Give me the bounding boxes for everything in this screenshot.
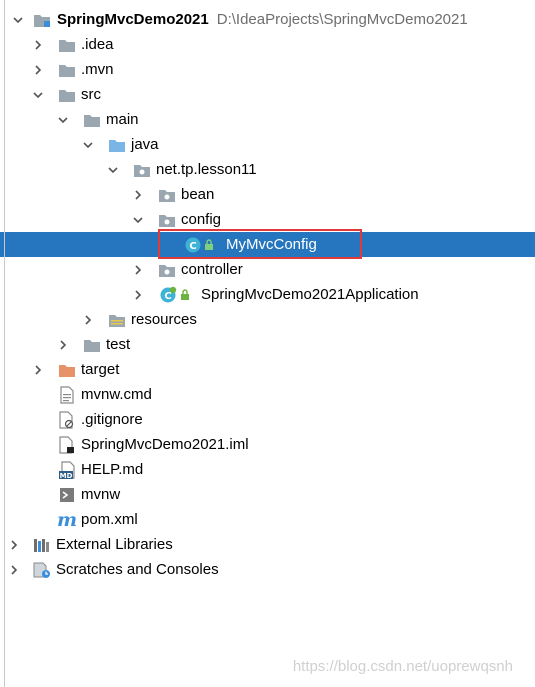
tree-item-label: SpringMvcDemo2021Application [201, 286, 419, 303]
tree-row-target[interactable]: target [0, 357, 535, 382]
chevron-right-icon[interactable] [82, 314, 94, 326]
module-folder-icon [33, 11, 51, 29]
folder-icon [58, 86, 76, 104]
iml-file-icon [58, 435, 76, 454]
tree-row-scratches[interactable]: Scratches and Consoles [0, 557, 535, 582]
lock-icon [202, 236, 216, 254]
tree-row-project[interactable]: SpringMvcDemo2021 D:\IdeaProjects\SpringM… [0, 7, 535, 32]
tree-row-help-md[interactable]: MD HELP.md [0, 457, 535, 482]
tree-row-bean[interactable]: bean [0, 182, 535, 207]
tree-item-label: config [181, 211, 222, 228]
chevron-down-icon[interactable] [12, 14, 24, 26]
tree-item-label: .idea [81, 36, 114, 53]
tree-row-controller[interactable]: controller [0, 257, 535, 282]
tree-row-application[interactable]: C SpringMvcDemo2021Application [0, 282, 535, 307]
tree-item-label: test [106, 336, 131, 353]
tree-item-label: bean [181, 186, 215, 203]
tree-item-label: pom.xml [81, 511, 138, 528]
tree-item-label: main [106, 111, 139, 128]
ignore-file-icon [58, 410, 76, 429]
chevron-right-icon[interactable] [132, 264, 144, 276]
tree-row-external-libraries[interactable]: External Libraries [0, 532, 535, 557]
tree-item-label: MyMvcConfig [226, 236, 317, 253]
chevron-down-icon[interactable] [32, 89, 44, 101]
tree-row-gitignore[interactable]: .gitignore [0, 407, 535, 432]
tree-row-test[interactable]: test [0, 332, 535, 357]
shell-script-icon [58, 486, 76, 504]
package-icon [158, 186, 176, 204]
panel-border [4, 0, 5, 687]
tree-item-label: controller [181, 261, 243, 278]
maven-icon: m [56, 508, 78, 531]
tree-item-label: SpringMvcDemo2021.iml [81, 436, 249, 453]
project-path: D:\IdeaProjects\SpringMvcDemo2021 [216, 11, 468, 28]
chevron-right-icon[interactable] [32, 64, 44, 76]
folder-icon [58, 36, 76, 54]
chevron-right-icon[interactable] [132, 289, 144, 301]
tree-item-label: target [81, 361, 120, 378]
chevron-down-icon[interactable] [82, 139, 94, 151]
md-badge-text: MD [60, 472, 73, 479]
tree-item-label: HELP.md [81, 461, 144, 478]
lock-icon [178, 286, 192, 304]
chevron-right-icon[interactable] [8, 539, 20, 551]
class-badge-letter: C [189, 241, 196, 252]
watermark-text: https://blog.csdn.net/uoprewqsnh [292, 658, 513, 675]
scratches-icon [33, 561, 51, 579]
resources-folder-icon [108, 311, 126, 329]
source-folder-icon [108, 136, 126, 154]
tree-row-iml[interactable]: SpringMvcDemo2021.iml [0, 432, 535, 457]
package-icon [133, 161, 151, 179]
tree-item-label: net.tp.lesson11 [156, 161, 257, 178]
tree-row-package[interactable]: net.tp.lesson11 [0, 157, 535, 182]
package-icon [158, 261, 176, 279]
package-icon [158, 211, 176, 229]
tree-row-resources[interactable]: resources [0, 307, 535, 332]
tree-row-mvnw[interactable]: mvnw [0, 482, 535, 507]
tree-item-label: resources [131, 311, 197, 328]
maven-glyph: m [56, 508, 78, 531]
tree-item-label: .gitignore [81, 411, 143, 428]
tree-item-label: .mvn [81, 61, 114, 78]
excluded-folder-icon [58, 361, 76, 379]
tree-item-label: src [81, 86, 101, 103]
chevron-right-icon[interactable] [32, 39, 44, 51]
tree-row-src[interactable]: src [0, 82, 535, 107]
markdown-file-icon: MD [58, 460, 80, 479]
chevron-right-icon[interactable] [132, 189, 144, 201]
chevron-down-icon[interactable] [57, 114, 69, 126]
tree-row-pom[interactable]: m pom.xml [0, 507, 535, 532]
tree-item-label: mvnw [81, 486, 121, 503]
tree-item-label: External Libraries [56, 536, 173, 553]
folder-icon [83, 111, 101, 129]
java-class-icon: C [184, 236, 202, 254]
project-name: SpringMvcDemo2021 [57, 11, 209, 28]
tree-row-config[interactable]: config [0, 207, 535, 232]
tree-item-label: mvnw.cmd [81, 386, 152, 403]
tree-row-mvnw-cmd[interactable]: mvnw.cmd [0, 382, 535, 407]
chevron-right-icon[interactable] [32, 364, 44, 376]
chevron-down-icon[interactable] [132, 214, 144, 226]
tree-row-main[interactable]: main [0, 107, 535, 132]
tree-row-mymvcconfig[interactable]: C MyMvcConfig [0, 232, 535, 257]
class-badge-letter: C [164, 291, 171, 302]
chevron-down-icon[interactable] [107, 164, 119, 176]
tree-row-idea[interactable]: .idea [0, 32, 535, 57]
tree-item-label: Scratches and Consoles [56, 561, 219, 578]
spring-boot-class-icon: C [159, 286, 177, 304]
tree-row-java[interactable]: java [0, 132, 535, 157]
folder-icon [58, 61, 76, 79]
text-file-icon [58, 385, 76, 404]
library-icon [33, 536, 51, 554]
chevron-right-icon[interactable] [57, 339, 69, 351]
tree-item-label: java [131, 136, 159, 153]
chevron-right-icon[interactable] [8, 564, 20, 576]
tree-row-mvn[interactable]: .mvn [0, 57, 535, 82]
folder-icon [83, 336, 101, 354]
